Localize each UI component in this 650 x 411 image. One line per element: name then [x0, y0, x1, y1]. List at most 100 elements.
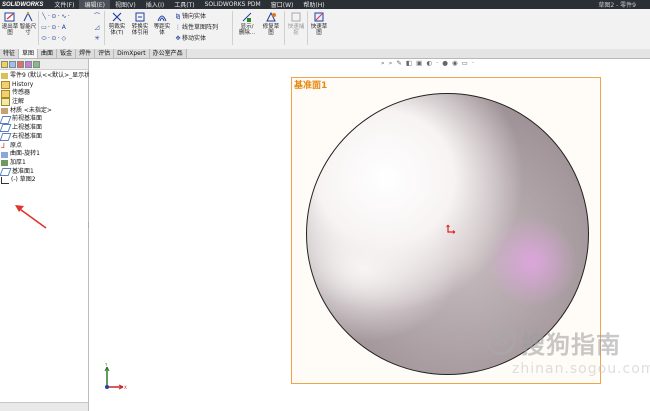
toolbar-separator	[284, 11, 285, 45]
display-manager-tab[interactable]	[33, 60, 40, 68]
heads-up-view-toolbar[interactable]: ⌕ ⌕ ✎ ◧ ▣ ◐ · ● ◉ ▭ ·	[381, 59, 475, 67]
graphics-area[interactable]: ⌕ ⌕ ✎ ◧ ▣ ◐ · ● ◉ ▭ · 基准面1 Y X S 搜狗指南 zh…	[89, 59, 650, 411]
tab-evaluate[interactable]: 评估	[95, 49, 115, 58]
smart-dimension-label: 智能尺寸	[19, 24, 37, 36]
linear-pattern-label: 线性草图阵列	[182, 24, 219, 31]
menu-help[interactable]: 帮助(H)	[298, 0, 329, 9]
tab-dimxpert[interactable]: DimXpert	[114, 49, 150, 58]
smart-dimension-button[interactable]: 智能尺寸	[19, 11, 37, 36]
sketch-icon	[1, 177, 9, 185]
linear-pattern-button[interactable]: ⋮线性草图阵列	[174, 23, 218, 32]
tab-sketch[interactable]: 草图	[19, 49, 39, 58]
command-tabs: 特征 草图 曲面 钣金 焊件 评估 DimXpert 办公室产品	[0, 49, 650, 59]
exit-sketch-icon	[4, 12, 15, 22]
sketch-origin-icon	[446, 224, 456, 234]
tree-item-label: 基准面1	[12, 167, 34, 175]
tree-root-part[interactable]: 零件9 (默认<<默认>_显示状	[0, 72, 91, 81]
tab-office-products[interactable]: 办公室产品	[149, 49, 187, 58]
tree-item-label: 加厚1	[10, 158, 26, 166]
menu-pdm[interactable]: SOLIDWORKS PDM	[200, 1, 266, 8]
tab-weldments[interactable]: 焊件	[76, 49, 96, 58]
slot-tools[interactable]: ⬭·⊙· ◇	[40, 34, 68, 43]
convert-label: 转换实 体引用	[131, 24, 149, 36]
trim-icon	[112, 12, 122, 22]
trim-entities-button[interactable]: 剪裁实 体(T)	[107, 11, 127, 36]
menu-tools[interactable]: 工具(T)	[169, 0, 199, 9]
thicken-icon	[1, 160, 8, 167]
move-entities-button[interactable]: ✥移动实体	[174, 34, 206, 43]
repair-label: 修复草图	[262, 24, 280, 36]
tree-item-surface-revolve[interactable]: 曲面-旋转1	[0, 150, 88, 159]
tree-item-annotations[interactable]: 注解	[0, 98, 88, 107]
convert-entities-button[interactable]: 转换实 体引用	[129, 11, 151, 36]
menu-file[interactable]: 文件(F)	[49, 0, 79, 9]
feature-manager-tab[interactable]	[1, 60, 8, 68]
tab-surfaces[interactable]: 曲面	[38, 49, 58, 58]
rapid-sketch-icon	[314, 12, 324, 22]
command-manager: 退出草图 智能尺寸 ╲ ·⊙·∿· ▭·⊙· A ⬭·⊙· ◇ ⌒ ◿ ✳ 剪裁实 体(…	[0, 9, 650, 50]
exit-sketch-label: 退出草图	[1, 24, 19, 36]
menu-view[interactable]: 视图(V)	[110, 0, 141, 9]
menu-edit[interactable]: 编辑(E)	[79, 0, 110, 9]
repair-sketch-button[interactable]: 修复草图	[260, 11, 282, 36]
tree-item-plane1[interactable]: 基准面1	[0, 168, 88, 177]
tree-root-label: 零件9 (默认<<默认>_显示状	[10, 72, 91, 79]
menu-window[interactable]: 窗口(W)	[266, 0, 299, 9]
tree-item-label: 注解	[12, 98, 25, 106]
annotations-icon	[1, 98, 10, 107]
quick-snaps-button[interactable]: 快速捕捉	[286, 11, 306, 36]
history-folder-icon	[1, 81, 10, 90]
tree-item-origin[interactable]: ⅃ 原点	[0, 142, 88, 151]
toolbar-separator	[104, 11, 105, 45]
trim-label: 剪裁实 体(T)	[108, 24, 126, 36]
tree-item-label: 右视基准面	[12, 132, 43, 140]
plane-icon	[0, 124, 12, 133]
sketch-fillet-button[interactable]: ⌒	[93, 12, 101, 21]
menu-insert[interactable]: 插入(I)	[141, 0, 169, 9]
svg-text:Y: Y	[104, 363, 108, 367]
property-manager-tab[interactable]	[9, 60, 16, 68]
tree-item-front-plane[interactable]: 前视基准面	[0, 115, 88, 124]
tree-item-label: 曲面-旋转1	[10, 150, 40, 158]
sketch-point-button[interactable]: ✳	[93, 34, 101, 43]
quick-snaps-icon	[291, 12, 301, 22]
rect-tools[interactable]: ▭·⊙· A	[40, 23, 68, 32]
origin-icon: ⅃	[1, 141, 5, 150]
tree-item-top-plane[interactable]: 上视基准面	[0, 124, 88, 133]
tree-item-label: 上视基准面	[12, 124, 43, 132]
watermark-logo-icon: S	[486, 325, 516, 355]
repair-sketch-icon	[266, 11, 276, 22]
watermark: S 搜狗指南 zhinan.sogou.com	[486, 325, 650, 385]
surface-revolve-icon	[1, 151, 8, 158]
tree-item-label: 原点	[10, 141, 23, 149]
dimxpert-manager-tab[interactable]	[25, 60, 32, 68]
tree-item-right-plane[interactable]: 右视基准面	[0, 133, 88, 142]
line-tools[interactable]: ╲ ·⊙·∿·	[40, 12, 70, 21]
toolbar-separator	[38, 11, 39, 45]
display-delete-label: 显示/删除...	[238, 24, 256, 36]
mirror-entities-button[interactable]: ⧎镜向实体	[174, 12, 206, 21]
tab-features[interactable]: 特征	[0, 49, 20, 58]
tree-item-sketch2[interactable]: (-) 草图2	[0, 176, 88, 185]
display-delete-relations-button[interactable]: 显示/删除...	[235, 11, 259, 36]
tree-item-label: (-) 草图2	[11, 176, 36, 184]
tree-item-thicken[interactable]: 加厚1	[0, 159, 88, 168]
smart-dimension-icon	[23, 11, 33, 22]
tree-item-sensors[interactable]: 传感器	[0, 89, 88, 98]
exit-sketch-button[interactable]: 退出草图	[1, 11, 19, 36]
sensors-folder-icon	[1, 89, 10, 98]
panel-scrollbar[interactable]	[0, 402, 88, 411]
feature-manager-panel: 零件9 (默认<<默认>_显示状 History 传感器 注解 材质 <未指定>…	[0, 59, 91, 411]
offset-entities-button[interactable]: 等距实体	[152, 11, 172, 36]
relations-icon	[242, 12, 252, 22]
panel-toolbar	[0, 59, 88, 70]
configuration-manager-tab[interactable]	[17, 60, 24, 68]
offset-entities-icon	[157, 15, 167, 22]
reference-triad-icon: Y X	[104, 363, 127, 390]
tab-sheet-metal[interactable]: 钣金	[57, 49, 77, 58]
quick-snaps-label: 快速捕捉	[287, 24, 305, 36]
plane-icon	[0, 133, 12, 142]
sketch-chamfer-button[interactable]: ◿	[93, 23, 101, 32]
rapid-sketch-button[interactable]: 快速草图	[309, 11, 329, 36]
watermark-url: zhinan.sogou.com	[512, 361, 650, 377]
